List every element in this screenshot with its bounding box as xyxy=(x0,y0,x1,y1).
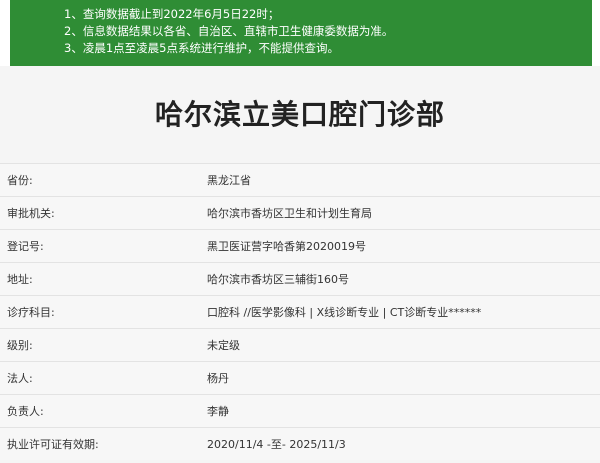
notice-line: 3、凌晨1点至凌晨5点系统进行维护，不能提供查询。 xyxy=(64,41,339,55)
notice-banner: 1、查询数据截止到2022年6月5日22时； 2、信息数据结果以各省、自治区、直… xyxy=(10,0,592,66)
table-row: 登记号: 黑卫医证营字哈香第2020019号 xyxy=(0,229,600,263)
clinic-detail-panel: 哈尔滨立美口腔门诊部 省份: 黑龙江省 审批机关: 哈尔滨市香坊区卫生和计划生育… xyxy=(0,66,600,463)
field-value: 黑龙江省 xyxy=(207,174,251,187)
field-label: 诊疗科目: xyxy=(7,306,55,319)
table-row: 审批机关: 哈尔滨市香坊区卫生和计划生育局 xyxy=(0,196,600,230)
field-label: 登记号: xyxy=(7,240,44,253)
notice-line: 2、信息数据结果以各省、自治区、直辖市卫生健康委数据为准。 xyxy=(64,24,394,38)
table-row: 省份: 黑龙江省 xyxy=(0,163,600,197)
field-value: 2020/11/4 -至- 2025/11/3 xyxy=(207,438,346,451)
field-value: 哈尔滨市香坊区三辅街160号 xyxy=(207,273,349,286)
table-row: 诊疗科目: 口腔科 //医学影像科 | X线诊断专业 | CT诊断专业*****… xyxy=(0,295,600,329)
field-value: 未定级 xyxy=(207,339,240,352)
table-row: 负责人: 李静 xyxy=(0,394,600,428)
page-title: 哈尔滨立美口腔门诊部 xyxy=(154,98,445,131)
field-value: 黑卫医证营字哈香第2020019号 xyxy=(207,240,366,253)
field-label: 法人: xyxy=(7,372,33,385)
field-label: 级别: xyxy=(7,339,33,352)
field-value: 李静 xyxy=(207,405,229,418)
clinic-info-table: 省份: 黑龙江省 审批机关: 哈尔滨市香坊区卫生和计划生育局 登记号: 黑卫医证… xyxy=(0,163,600,460)
field-label: 地址: xyxy=(7,273,33,286)
field-value: 哈尔滨市香坊区卫生和计划生育局 xyxy=(207,207,372,220)
field-value: 杨丹 xyxy=(207,372,229,385)
table-row: 级别: 未定级 xyxy=(0,328,600,362)
field-label: 省份: xyxy=(7,174,33,187)
table-row: 执业许可证有效期: 2020/11/4 -至- 2025/11/3 xyxy=(0,427,600,461)
notice-line: 1、查询数据截止到2022年6月5日22时； xyxy=(64,7,280,21)
table-row: 法人: 杨丹 xyxy=(0,361,600,395)
field-label: 审批机关: xyxy=(7,207,55,220)
table-row: 地址: 哈尔滨市香坊区三辅街160号 xyxy=(0,262,600,296)
field-label: 执业许可证有效期: xyxy=(7,438,99,451)
field-label: 负责人: xyxy=(7,405,44,418)
field-value: 口腔科 //医学影像科 | X线诊断专业 | CT诊断专业****** xyxy=(207,306,482,319)
